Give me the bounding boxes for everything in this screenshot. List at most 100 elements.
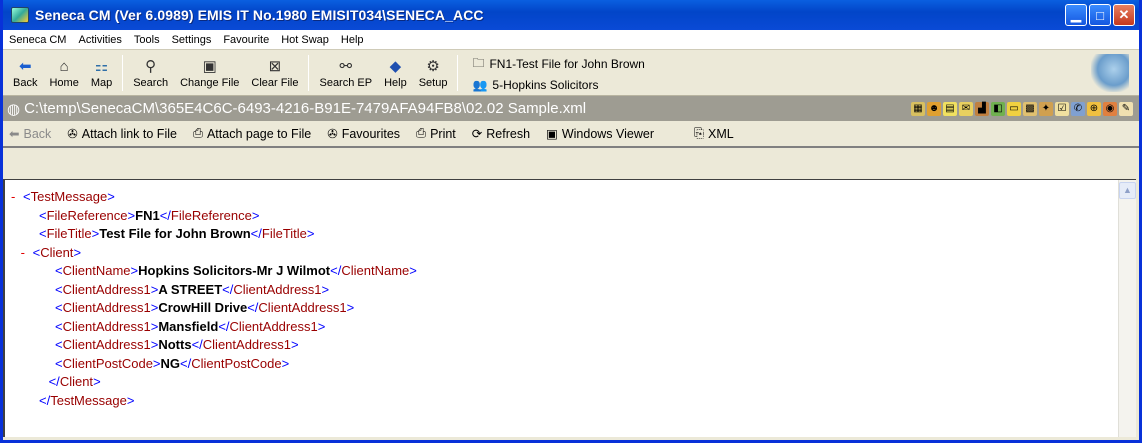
tag-bracket: < bbox=[55, 263, 63, 278]
element-value: Notts bbox=[158, 337, 192, 352]
quick-icon[interactable]: ▩ bbox=[1023, 101, 1037, 116]
scroll-up-button[interactable]: ▲ bbox=[1119, 182, 1136, 199]
tag-bracket: > bbox=[107, 189, 115, 204]
minimize-button[interactable]: ▁ bbox=[1065, 4, 1087, 26]
quick-icon[interactable]: ▟ bbox=[975, 101, 989, 116]
menu-settings[interactable]: Settings bbox=[172, 34, 212, 46]
tag-bracket: > bbox=[281, 355, 290, 371]
toolbar-separator bbox=[457, 54, 459, 91]
quick-icon[interactable]: ◧ bbox=[991, 101, 1005, 116]
attach-page-button[interactable]: ⎙ Attach page to File bbox=[193, 126, 311, 141]
quick-icon[interactable]: ✎ bbox=[1119, 101, 1133, 116]
menu-favourite[interactable]: Favourite bbox=[223, 34, 269, 46]
quick-icon[interactable]: ✦ bbox=[1039, 101, 1053, 116]
attach-link-button[interactable]: ✇ Attach link to File bbox=[67, 126, 177, 142]
maximize-button[interactable]: □ bbox=[1089, 4, 1111, 26]
xml-tree: - <TestMessage> <FileReference>FN1</FileRe… bbox=[5, 188, 1136, 410]
opening-tag-name: Client bbox=[40, 244, 74, 260]
closing-tag-name: ClientAddress1 bbox=[229, 318, 318, 334]
help-icon: ◆ bbox=[389, 57, 402, 75]
xml-line: <ClientName>Hopkins Solicitors-Mr J Wilm… bbox=[5, 262, 1136, 281]
closing-tag-name: ClientName bbox=[341, 263, 410, 278]
quick-icon[interactable]: ▭ bbox=[1007, 101, 1021, 116]
current-file-info: 🗀 FN1-Test File for John Brown 👥 5-Hopki… bbox=[472, 54, 644, 92]
tag-bracket: </ bbox=[39, 392, 51, 408]
xml-line[interactable]: - <TestMessage> bbox=[5, 188, 1136, 207]
closing-tag-name: ClientAddress1 bbox=[258, 300, 347, 315]
tag-bracket: </ bbox=[218, 318, 230, 334]
clear-file-icon: ⊠ bbox=[268, 57, 282, 75]
opening-tag-name: ClientName bbox=[62, 263, 131, 278]
current-client-line[interactable]: 👥 5-Hopkins Solicitors bbox=[472, 78, 644, 92]
xml-line: <FileReference>FN1</FileReference> bbox=[5, 207, 1136, 226]
seneca-logo-icon bbox=[1091, 54, 1129, 92]
tag-bracket: < bbox=[55, 300, 63, 315]
home-button[interactable]: ⌂ Home bbox=[43, 57, 84, 89]
tag-bracket: < bbox=[55, 337, 63, 352]
tag-bracket: </ bbox=[159, 207, 171, 223]
element-value: Hopkins Solicitors-Mr J Wilmot bbox=[138, 263, 331, 278]
xml-line: </Client> bbox=[5, 373, 1136, 392]
closing-tag-name: TestMessage bbox=[50, 392, 127, 408]
xml-line: <ClientAddress1>Notts</ClientAddress1> bbox=[5, 336, 1136, 355]
xml-button[interactable]: ⎘ XML bbox=[694, 126, 734, 141]
close-button[interactable]: ✕ bbox=[1113, 4, 1135, 26]
quick-icon[interactable]: ✉ bbox=[959, 101, 973, 116]
menu-tools[interactable]: Tools bbox=[134, 34, 160, 46]
menu-hot-swap[interactable]: Hot Swap bbox=[281, 34, 329, 46]
quick-icon[interactable]: ▤ bbox=[943, 101, 957, 116]
search-button[interactable]: ⚲ Search bbox=[127, 57, 174, 89]
element-value: Test File for John Brown bbox=[99, 226, 251, 241]
menu-activities[interactable]: Activities bbox=[78, 34, 121, 46]
xml-line: <ClientPostCode>NG</ClientPostCode> bbox=[5, 355, 1136, 374]
help-button[interactable]: ◆ Help bbox=[378, 57, 413, 89]
setup-button[interactable]: ⚙ Setup bbox=[413, 57, 454, 89]
windows-viewer-icon: ▣ bbox=[546, 127, 558, 141]
print-icon: ⎙ bbox=[416, 126, 427, 140]
tag-bracket: > bbox=[251, 207, 260, 223]
document-icon: ◍ bbox=[7, 100, 21, 118]
collapse-toggle[interactable]: - bbox=[11, 188, 23, 207]
opening-tag-name: ClientAddress1 bbox=[62, 300, 151, 315]
change-file-button[interactable]: ▣ Change File bbox=[174, 57, 245, 89]
maximize-icon: □ bbox=[1096, 7, 1104, 23]
closing-tag-name: FileTitle bbox=[261, 226, 307, 241]
title-bar[interactable]: Seneca CM (Ver 6.0989) EMIS IT No.1980 E… bbox=[3, 0, 1139, 30]
current-file-line[interactable]: 🗀 FN1-Test File for John Brown bbox=[472, 54, 644, 75]
refresh-button[interactable]: ⟳ Refresh bbox=[472, 126, 530, 142]
vertical-scrollbar[interactable]: ▲ bbox=[1118, 180, 1136, 437]
tag-bracket: </ bbox=[222, 281, 234, 297]
quick-icon[interactable]: ◉ bbox=[1103, 101, 1117, 116]
menu-help[interactable]: Help bbox=[341, 34, 364, 46]
change-file-icon: ▣ bbox=[202, 57, 217, 75]
quick-icon[interactable]: ☑ bbox=[1055, 101, 1069, 116]
clear-file-button[interactable]: ⊠ Clear File bbox=[245, 57, 304, 89]
tag-bracket: </ bbox=[247, 300, 259, 315]
client-icon: 👥 bbox=[472, 77, 488, 92]
xml-viewer[interactable]: - <TestMessage> <FileReference>FN1</FileRe… bbox=[3, 179, 1136, 437]
tag-bracket: > bbox=[130, 263, 139, 278]
back-button[interactable]: ⬅ Back bbox=[7, 57, 43, 89]
tag-bracket: </ bbox=[191, 337, 203, 352]
tag-bracket: > bbox=[126, 392, 135, 408]
quick-icon[interactable]: ▦ bbox=[911, 101, 925, 116]
tag-bracket: < bbox=[39, 226, 47, 241]
xml-line[interactable]: - <Client> bbox=[5, 244, 1136, 263]
search-ep-button[interactable]: ⚯ Search EP bbox=[313, 57, 378, 89]
quick-icon[interactable]: ✆ bbox=[1071, 101, 1085, 116]
opening-tag-name: ClientAddress1 bbox=[62, 281, 151, 297]
minimize-icon: ▁ bbox=[1071, 7, 1081, 22]
back-arrow-icon: ⬅ bbox=[9, 127, 20, 141]
quick-icon[interactable]: ⊕ bbox=[1087, 101, 1101, 116]
print-button[interactable]: ⎙ Print bbox=[416, 126, 456, 141]
favourites-button[interactable]: ✇ Favourites bbox=[327, 126, 400, 142]
collapse-toggle[interactable]: - bbox=[21, 244, 33, 263]
quick-icon[interactable]: ☻ bbox=[927, 101, 941, 116]
nav-back-button[interactable]: ⬅ Back bbox=[9, 126, 51, 142]
windows-viewer-button[interactable]: ▣ Windows Viewer bbox=[546, 126, 654, 142]
close-icon: ✕ bbox=[1118, 7, 1130, 22]
map-button[interactable]: ⚏ Map bbox=[85, 57, 118, 89]
tag-bracket: > bbox=[93, 374, 101, 389]
map-icon: ⚏ bbox=[94, 57, 109, 75]
menu-seneca-cm[interactable]: Seneca CM bbox=[9, 34, 66, 46]
